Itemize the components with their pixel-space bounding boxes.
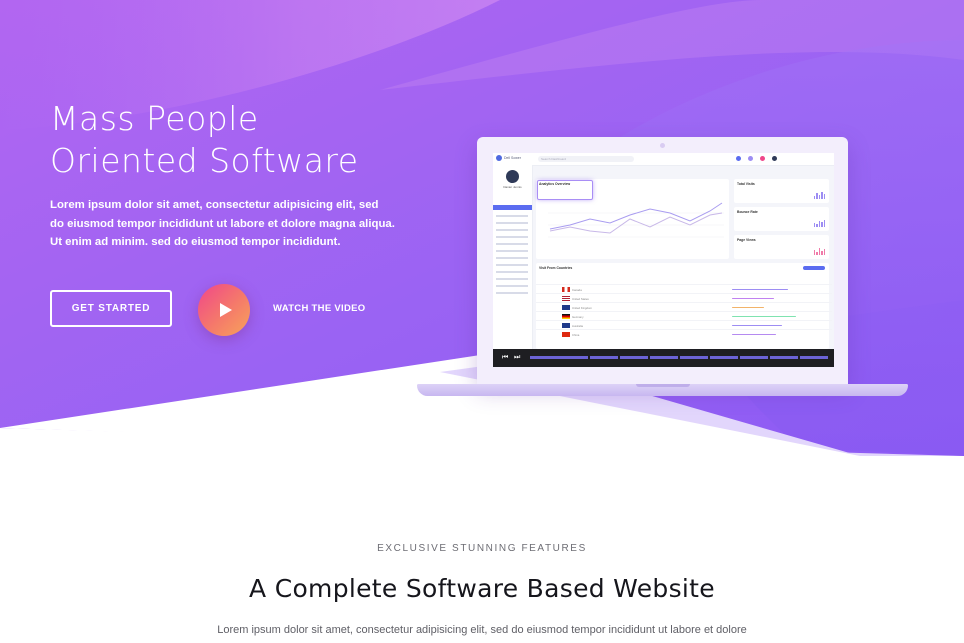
- sidebar-item: [496, 278, 528, 280]
- dashboard-search: Search Dashboard: [538, 156, 634, 162]
- sidebar-item: [496, 243, 528, 245]
- bounce-rate-card: Bounce Rate: [734, 207, 829, 231]
- mail-icon: [748, 156, 753, 161]
- dashboard-screenshot: Dell Sower Search Dashboard Danier Jenni…: [493, 153, 834, 367]
- hero-title-line2: Oriented Software: [50, 141, 359, 180]
- progress-segment: [620, 356, 648, 359]
- sidebar-item: [496, 257, 528, 259]
- bounce-rate-bars: [813, 220, 825, 227]
- progress-segment: [800, 356, 828, 359]
- sidebar-item: [496, 222, 528, 224]
- progress-segment: [530, 356, 588, 359]
- sidebar-item: [496, 215, 528, 217]
- sidebar-item: [496, 271, 528, 273]
- page-views-title: Page Views: [737, 238, 756, 242]
- sidebar-item: [496, 285, 528, 287]
- export-button: [803, 266, 825, 270]
- get-started-button[interactable]: GET STARTED: [50, 290, 172, 327]
- sidebar-item: [496, 264, 528, 266]
- hero-description: Lorem ipsum dolor sit amet, consectetur …: [50, 199, 395, 248]
- progress-segment: [650, 356, 678, 359]
- dashboard-logo: Dell Sower: [496, 155, 521, 161]
- total-visits-card: Total Visits: [734, 179, 829, 203]
- features-subtitle: EXCLUSIVE STUNNING FEATURES: [377, 543, 587, 554]
- dashboard-sidebar: Danier Jennis: [493, 165, 533, 367]
- play-icon: [220, 303, 232, 317]
- sidebar-active-item: [493, 205, 532, 210]
- play-video-button[interactable]: [198, 284, 250, 336]
- features-title: A Complete Software Based Website: [249, 574, 715, 603]
- bounce-rate-title: Bounce Rate: [737, 210, 758, 214]
- progress-segment: [680, 356, 708, 359]
- sidebar-item: [496, 292, 528, 294]
- laptop-base-notch: [636, 384, 690, 387]
- flag-icon: [760, 156, 765, 161]
- laptop-mockup: Dell Sower Search Dashboard Danier Jenni…: [477, 137, 848, 384]
- skip-back-icon: ⏮: [502, 354, 509, 361]
- skip-forward-icon: ⏭: [514, 354, 521, 361]
- sidebar-item: [496, 229, 528, 231]
- features-description: Lorem ipsum dolor sit amet, consectetur …: [217, 624, 747, 636]
- user-avatar: [506, 170, 519, 183]
- sidebar-item: [496, 250, 528, 252]
- progress-segment: [710, 356, 738, 359]
- analytics-title: Analytics Overview: [539, 182, 571, 186]
- page-views-card: Page Views: [734, 235, 829, 259]
- countries-table-title: Visit From Countries: [539, 266, 573, 270]
- progress-segment: [770, 356, 798, 359]
- user-name: Danier Jennis: [503, 185, 522, 189]
- total-visits-bars: [813, 192, 825, 199]
- bell-icon: [736, 156, 741, 161]
- video-player-bar: ⏮ ⏭: [493, 349, 834, 367]
- progress-segment: [590, 356, 618, 359]
- countries-table-card: Visit From Countries Canada United State…: [536, 263, 832, 349]
- page-views-bars: [813, 248, 825, 255]
- table-row: China: [536, 329, 832, 339]
- avatar: [772, 156, 777, 161]
- progress-segment: [740, 356, 768, 359]
- total-visits-title: Total Visits: [737, 182, 755, 186]
- analytics-card: Analytics Overview: [536, 179, 729, 259]
- watch-video-link[interactable]: WATCH THE VIDEO: [273, 303, 365, 314]
- sidebar-item: [496, 236, 528, 238]
- hero-title: Mass People Oriented Software: [50, 98, 359, 182]
- analytics-line-chart: [548, 202, 724, 238]
- hero-title-line1: Mass People: [50, 99, 259, 138]
- laptop-camera: [660, 143, 665, 148]
- dashboard-topbar: Dell Sower Search Dashboard: [493, 153, 834, 166]
